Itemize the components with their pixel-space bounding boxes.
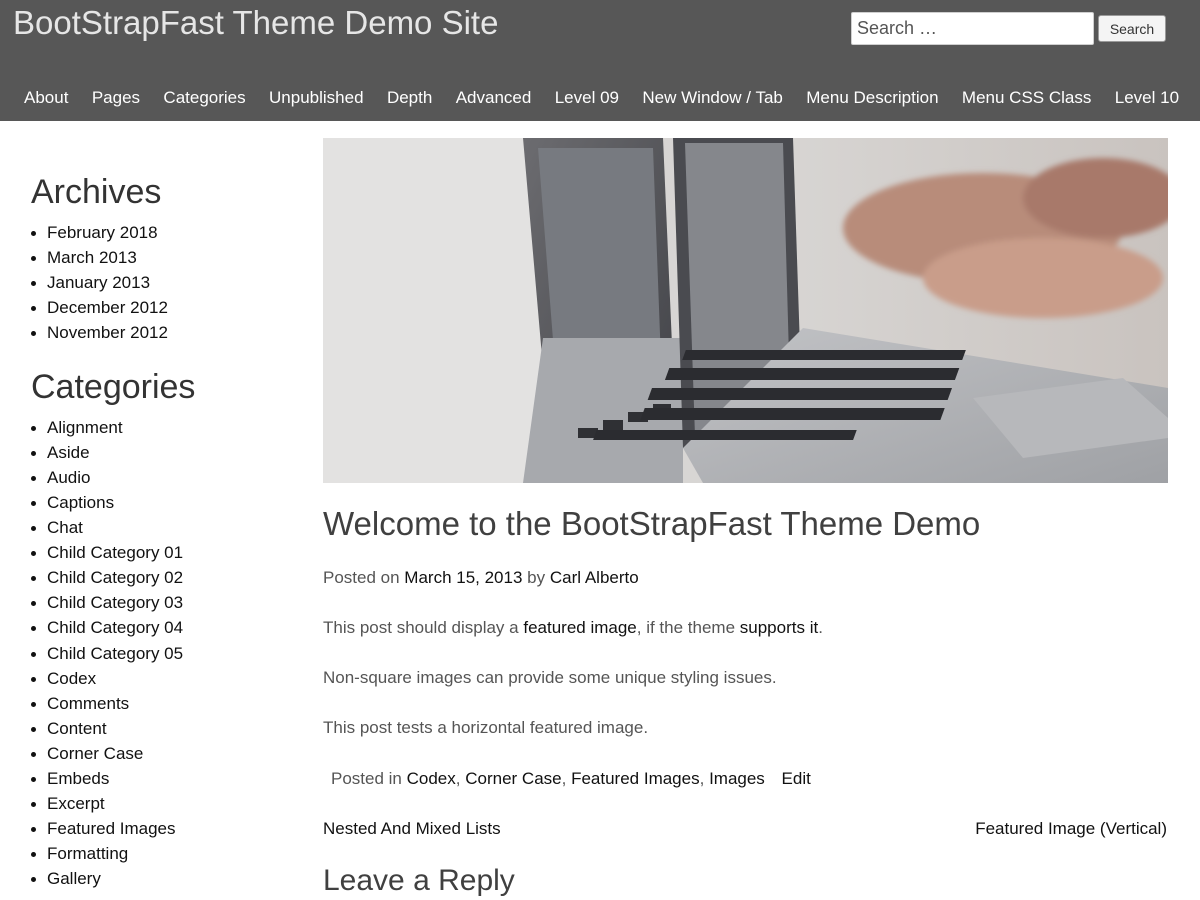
category-separator: , [561,769,567,788]
list-item: Corner Case [31,741,291,766]
list-item: Captions [31,490,291,515]
list-item: Codex [31,666,291,691]
posted-in-label: Posted in [331,769,402,788]
supports-it-link[interactable]: supports it [740,618,818,637]
category-link[interactable]: Child Category 04 [47,618,183,637]
archive-link[interactable]: March 2013 [47,248,137,267]
category-link[interactable]: Featured Images [47,819,176,838]
search-input[interactable] [851,12,1094,45]
list-item: March 2013 [31,245,291,270]
nav-item-menu-css-class[interactable]: Menu CSS Class [962,88,1091,108]
category-separator: , [455,769,461,788]
site-title[interactable]: BootStrapFast Theme Demo Site [13,4,498,42]
main-nav: About Pages Categories Unpublished Depth… [24,88,1179,108]
category-link[interactable]: Comments [47,694,129,713]
nav-item-level-09[interactable]: Level 09 [555,88,619,108]
category-separator: , [699,769,705,788]
category-link[interactable]: Excerpt [47,794,105,813]
sidebar: Archives February 2018 March 2013 Januar… [31,172,291,900]
list-item: Child Category 05 [31,641,291,666]
list-item: February 2018 [31,220,291,245]
posted-on-label: Posted on [323,568,400,587]
list-item: November 2012 [31,320,291,345]
list-item: Child Category 03 [31,590,291,615]
category-link[interactable]: Captions [47,493,114,512]
list-item: Aside [31,440,291,465]
post-date-link[interactable]: March 15, 2013 [404,568,522,587]
list-item: Alignment [31,415,291,440]
para-text: . [818,618,823,637]
post-paragraph: This post should display a featured imag… [323,618,823,638]
nav-item-about[interactable]: About [24,88,68,108]
edit-link[interactable]: Edit [782,769,811,788]
reply-title: Leave a Reply [323,864,515,897]
nav-item-categories[interactable]: Categories [163,88,245,108]
featured-image [323,138,1168,483]
category-link[interactable]: Child Category 03 [47,593,183,612]
post-meta: Posted on March 15, 2013 by Carl Alberto [323,568,639,588]
category-link[interactable]: Child Category 05 [47,644,183,663]
list-item: Formatting [31,841,291,866]
list-item: Content [31,716,291,741]
category-link[interactable]: Alignment [47,418,123,437]
post-paragraph: Non-square images can provide some uniqu… [323,668,777,687]
category-link[interactable]: Codex [47,669,96,688]
category-link[interactable]: Images [709,769,765,788]
list-item: Comments [31,691,291,716]
category-link[interactable]: Codex [407,769,456,788]
entry-footer: Posted in Codex, Corner Case, Featured I… [331,769,811,789]
featured-image-link[interactable]: featured image [523,618,636,637]
search-button[interactable]: Search [1098,15,1166,42]
category-link[interactable]: Aside [47,443,90,462]
category-link[interactable]: Content [47,719,107,738]
list-item: Embeds [31,766,291,791]
archive-link[interactable]: December 2012 [47,298,168,317]
nav-item-depth[interactable]: Depth [387,88,432,108]
post-paragraph: This post tests a horizontal featured im… [323,718,649,737]
para-text: , if the theme [636,618,736,637]
category-link[interactable]: Embeds [47,769,109,788]
archive-link[interactable]: February 2018 [47,223,158,242]
category-link[interactable]: Featured Images [571,769,700,788]
list-item: Gallery [31,866,291,891]
category-link[interactable]: Child Category 02 [47,568,183,587]
archives-widget-title: Archives [31,173,162,211]
list-item: December 2012 [31,295,291,320]
category-link[interactable]: Child Category 01 [47,543,183,562]
nav-item-unpublished[interactable]: Unpublished [269,88,364,108]
list-item: Audio [31,465,291,490]
category-link[interactable]: Audio [47,468,90,487]
archive-link[interactable]: January 2013 [47,273,150,292]
list-item: January 2013 [31,270,291,295]
nav-item-new-window-tab[interactable]: New Window / Tab [642,88,782,108]
para-text: This post should display a [323,618,519,637]
nav-item-menu-description[interactable]: Menu Description [806,88,938,108]
archives-list: February 2018 March 2013 January 2013 De… [31,220,291,345]
nav-item-level-10[interactable]: Level 10 [1115,88,1179,108]
nav-item-pages[interactable]: Pages [92,88,140,108]
post-title: Welcome to the BootStrapFast Theme Demo [323,505,981,542]
nav-item-advanced[interactable]: Advanced [456,88,532,108]
categories-widget-title: Categories [31,367,196,406]
categories-list: Alignment Aside Audio Captions Chat Chil… [31,415,291,892]
list-item: Featured Images [31,816,291,841]
category-link[interactable]: Formatting [47,844,128,863]
category-link[interactable]: Chat [47,518,83,537]
laptops-photo [323,138,1168,483]
list-item: Chat [31,515,291,540]
list-item: Excerpt [31,791,291,816]
archive-link[interactable]: November 2012 [47,323,168,342]
previous-post-link[interactable]: Nested And Mixed Lists [323,819,501,839]
site-header: BootStrapFast Theme Demo Site Search Abo… [0,0,1200,121]
next-post-link[interactable]: Featured Image (Vertical) [975,819,1167,839]
category-link[interactable]: Gallery [47,869,101,888]
category-link[interactable]: Corner Case [47,744,143,763]
author-link[interactable]: Carl Alberto [550,568,639,587]
list-item: Child Category 01 [31,540,291,565]
by-label: by [527,568,546,587]
list-item: Child Category 02 [31,565,291,590]
list-item: Child Category 04 [31,615,291,640]
category-link[interactable]: Corner Case [465,769,561,788]
